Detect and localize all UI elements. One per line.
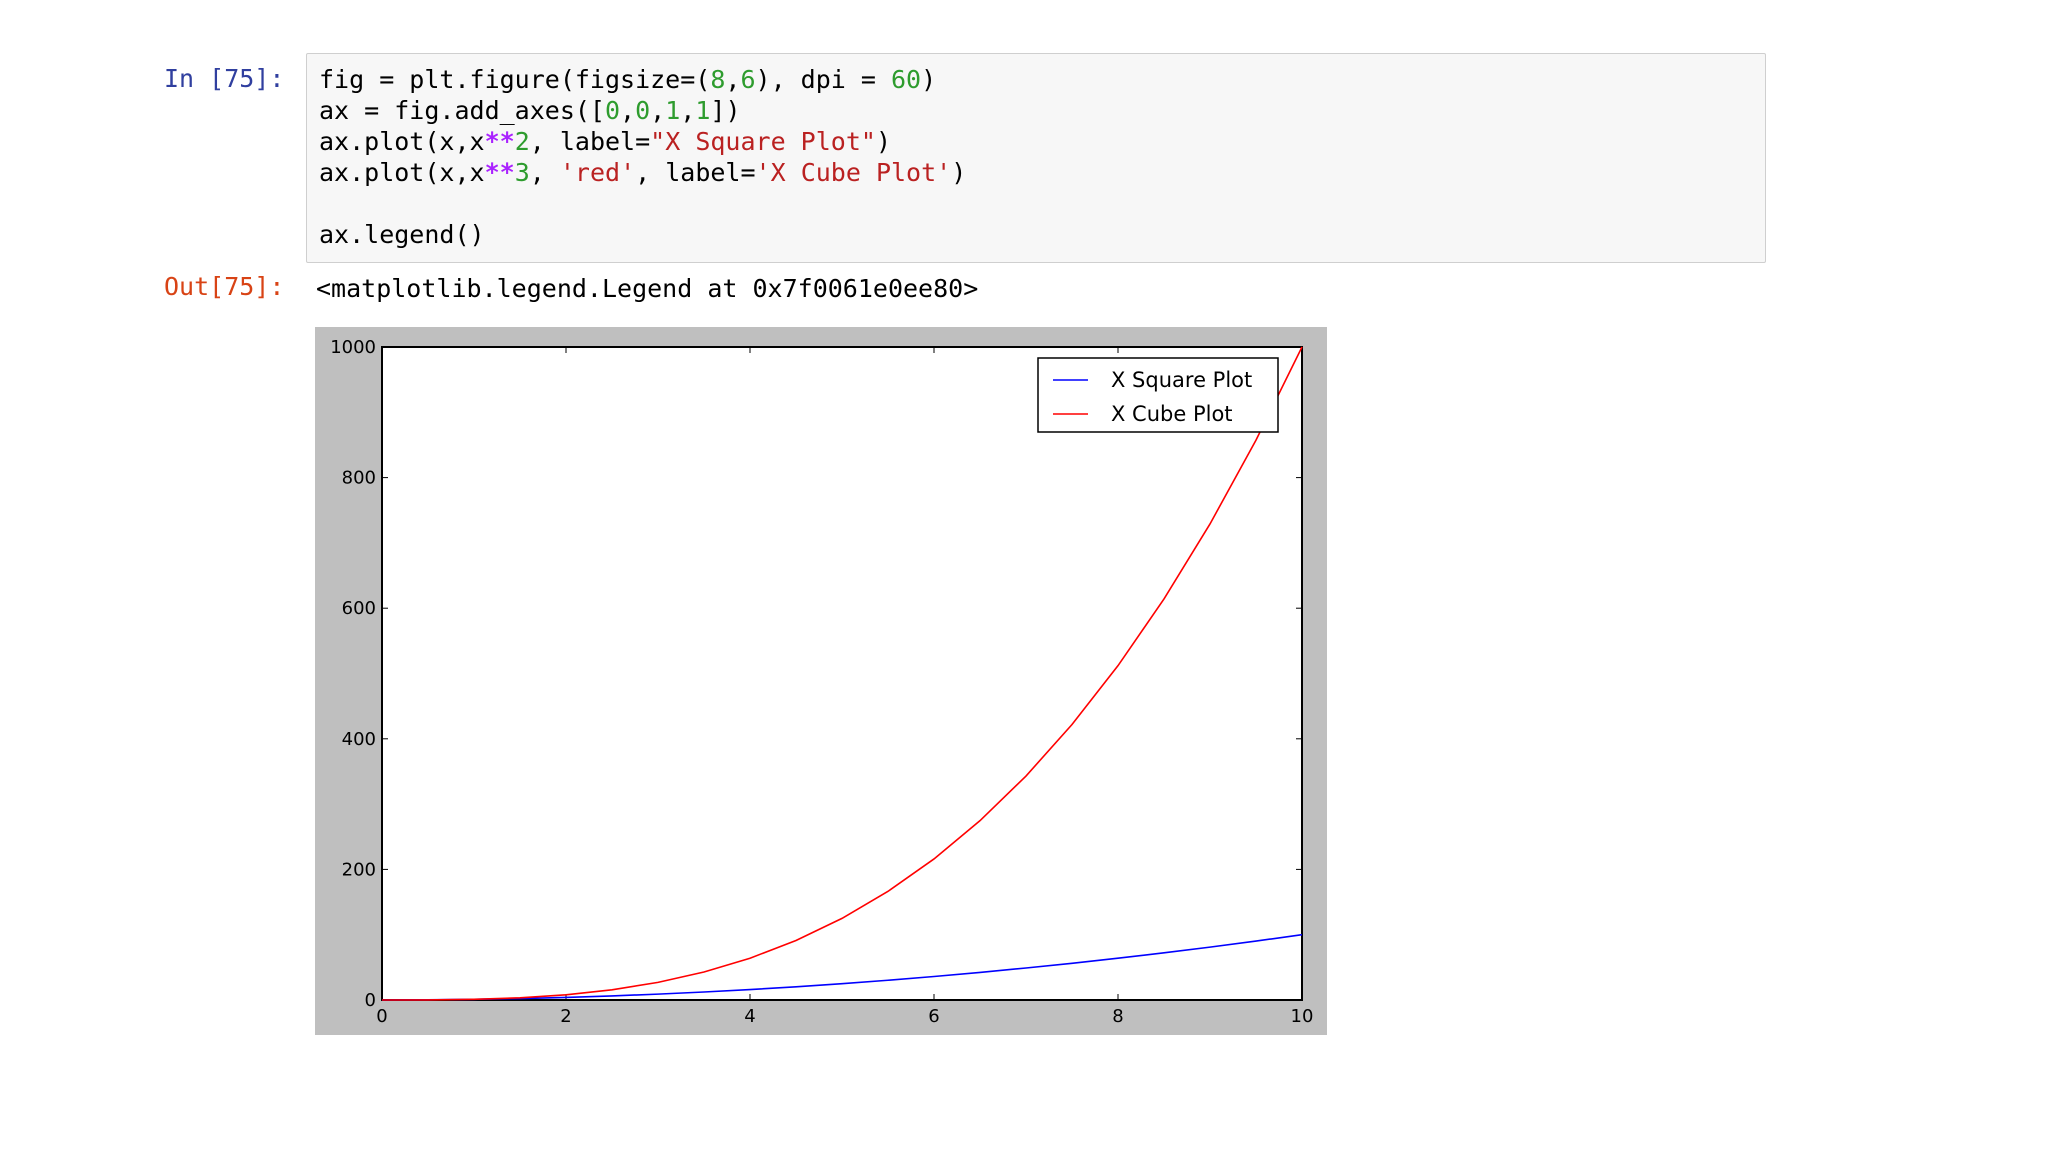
code-token: "X Square Plot"	[650, 127, 876, 156]
y-tick-label: 600	[342, 598, 376, 619]
output-prompt: Out[75]:	[164, 272, 285, 301]
code-token: , label=	[635, 158, 756, 187]
output-area-spacer	[306, 1050, 1766, 1152]
code-line: ax.legend()	[319, 220, 485, 249]
code-token: ,	[529, 158, 560, 187]
code-token: ,	[650, 96, 666, 125]
y-tick-label: 400	[342, 729, 376, 750]
plot-area	[381, 346, 1303, 1001]
x-tick-label: 2	[560, 1006, 571, 1027]
code-token: fig = plt.figure(figsize=(	[319, 65, 711, 94]
code-line: ax.plot(x,x**3, 'red', label='X Cube Plo…	[319, 158, 966, 187]
x-tick-label: 10	[1291, 1006, 1314, 1027]
code-editor[interactable]: fig = plt.figure(figsize=(8,6), dpi = 60…	[319, 64, 966, 250]
input-prompt: In [75]:	[164, 64, 285, 93]
code-token: **	[484, 127, 515, 156]
x-tick-label: 0	[376, 1006, 387, 1027]
code-token: ,	[680, 96, 696, 125]
code-token: ax.plot(x,x	[319, 158, 485, 187]
plot-figure: 0 2 4 6 8 10 0 200 400 600 800 1000 X Square Plot X C…	[315, 327, 1327, 1035]
code-token: ,	[725, 65, 741, 94]
x-tick-label: 6	[928, 1006, 939, 1027]
code-token: )	[875, 127, 892, 156]
line-chart: 0 2 4 6 8 10 0 200 400 600 800 1000 X Square Plot X C…	[330, 337, 1314, 1027]
y-tick-label: 0	[365, 990, 376, 1011]
code-token: 'X Cube Plot'	[755, 158, 952, 187]
x-tick-label: 4	[744, 1006, 755, 1027]
code-line: ax = fig.add_axes([0,0,1,1])	[319, 96, 741, 125]
legend-label: X Cube Plot	[1111, 402, 1233, 426]
code-token: 6	[740, 65, 756, 94]
code-token: 0	[635, 96, 651, 125]
legend-label: X Square Plot	[1111, 368, 1252, 392]
code-token: 0	[604, 96, 621, 125]
code-token: **	[484, 158, 515, 187]
code-token: ), dpi =	[755, 65, 891, 94]
x-tick-label: 8	[1112, 1006, 1123, 1027]
code-cell[interactable]: fig = plt.figure(figsize=(8,6), dpi = 60…	[306, 53, 1766, 263]
code-line: ax.plot(x,x**2, label="X Square Plot")	[319, 127, 891, 156]
y-tick-label: 200	[342, 859, 376, 880]
code-token: , label=	[529, 127, 651, 156]
code-token: 2	[514, 127, 530, 156]
code-token: 60	[891, 65, 922, 94]
code-token: ax = fig.add_axes([	[319, 96, 605, 125]
code-token: 'red'	[559, 158, 636, 187]
code-token: )	[921, 65, 937, 94]
y-tick-label: 800	[342, 468, 376, 489]
code-token: 1	[665, 96, 681, 125]
code-token: 8	[710, 65, 726, 94]
code-line: fig = plt.figure(figsize=(8,6), dpi = 60…	[319, 65, 936, 94]
code-token: ])	[710, 96, 741, 125]
code-token: ax.legend()	[319, 220, 485, 249]
output-text: <matplotlib.legend.Legend at 0x7f0061e0e…	[316, 274, 979, 303]
code-token: )	[951, 158, 967, 187]
code-token: ,	[620, 96, 636, 125]
code-token: 1	[695, 96, 711, 125]
code-token: 3	[514, 158, 530, 187]
y-tick-label: 1000	[330, 337, 376, 358]
code-token: ax.plot(x,x	[319, 127, 485, 156]
